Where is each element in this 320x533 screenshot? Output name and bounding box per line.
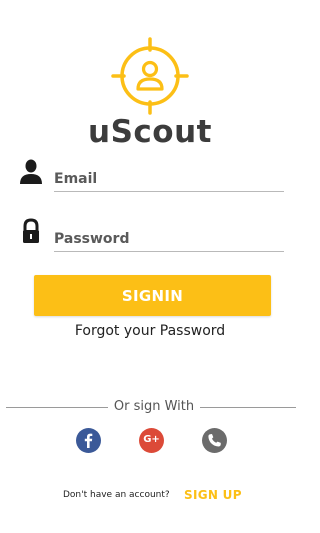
password-input[interactable]: [54, 228, 284, 252]
signup-row: Don't have an account? SIGN UP: [0, 488, 300, 504]
signup-link[interactable]: SIGN UP: [184, 488, 242, 502]
phone-button[interactable]: [202, 428, 227, 453]
social-divider: Or sign With: [6, 399, 296, 417]
lock-icon: [23, 218, 39, 243]
signin-button[interactable]: SIGNIN: [34, 275, 271, 316]
google-plus-icon: G+: [143, 434, 160, 445]
facebook-button[interactable]: [76, 428, 101, 453]
divider-line-left: [6, 407, 108, 408]
forgot-password-link[interactable]: Forgot your Password: [0, 323, 300, 339]
email-input[interactable]: [54, 168, 284, 192]
facebook-icon: [84, 433, 93, 448]
email-field: [20, 158, 284, 192]
signup-prompt: Don't have an account?: [63, 490, 170, 500]
app-title: uScout: [88, 114, 212, 150]
app-logo-icon: [111, 37, 189, 115]
phone-icon: [208, 434, 221, 447]
divider-line-right: [200, 407, 296, 408]
google-plus-button[interactable]: G+: [139, 428, 164, 453]
password-field: [20, 218, 284, 252]
social-divider-text: Or sign With: [113, 399, 195, 414]
user-icon: [20, 159, 42, 184]
